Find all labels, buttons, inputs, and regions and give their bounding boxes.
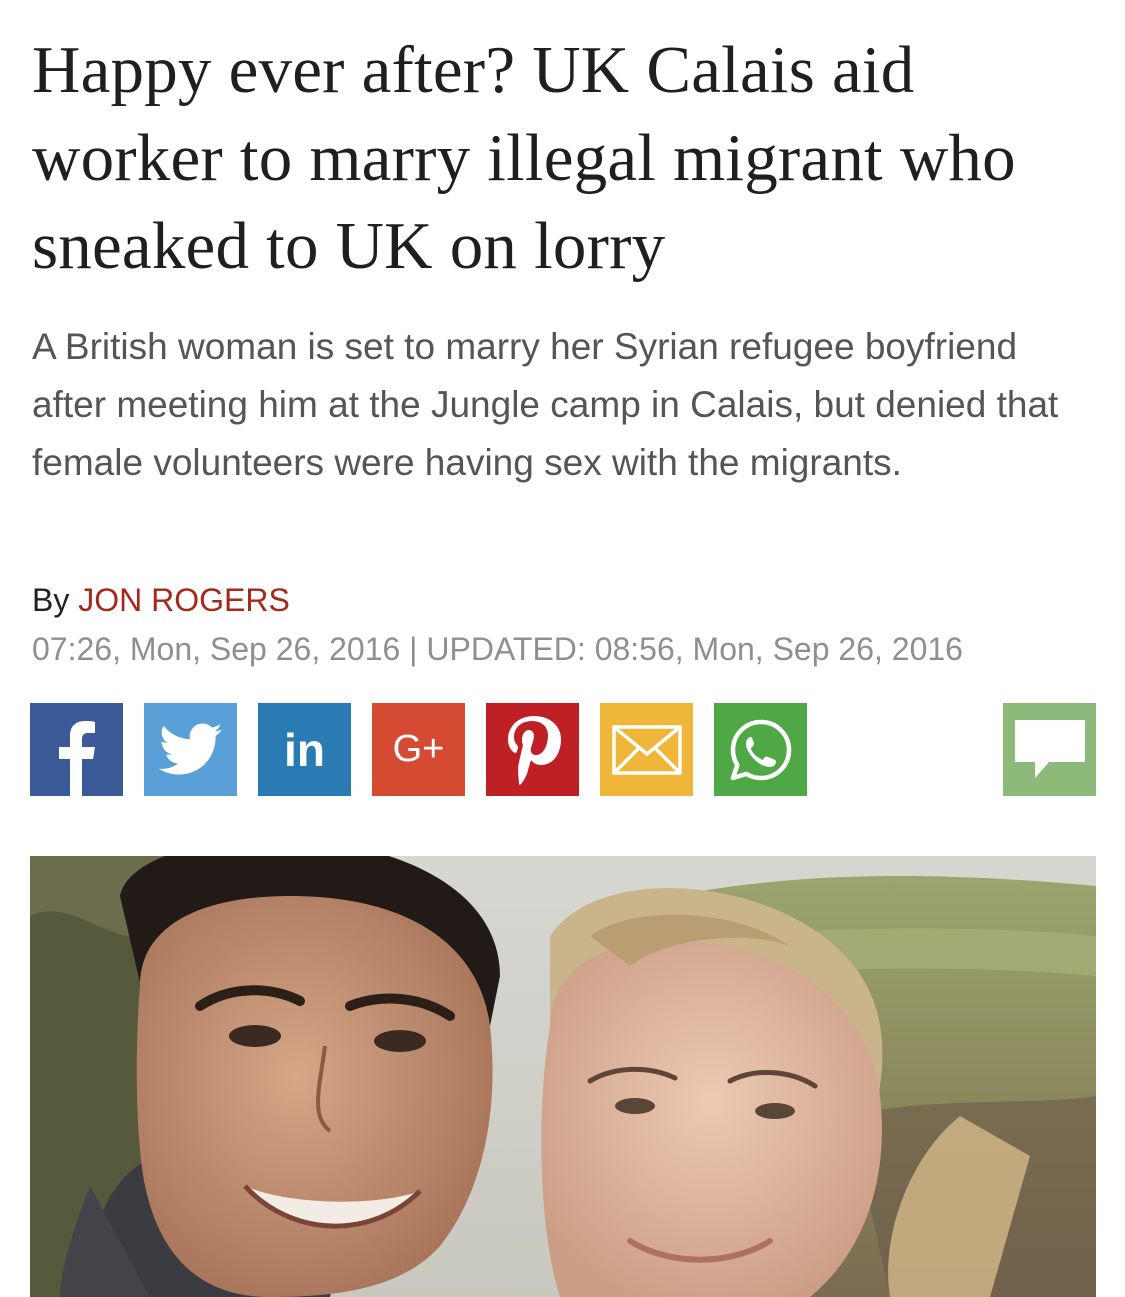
google-plus-icon: G+ [392,728,445,770]
article-headline: Happy ever after? UK Calais aid worker t… [32,33,1016,283]
speech-bubble-icon [1013,718,1087,782]
author-link[interactable]: JON ROGERS [78,582,290,618]
hero-photo-illustration [30,856,1096,1297]
article-standfirst: A British woman is set to marry her Syri… [32,326,1059,483]
linkedin-icon: in [284,723,325,776]
email-share-button[interactable] [600,703,693,796]
twitter-bird-icon [158,723,223,777]
facebook-icon [30,703,123,796]
byline: By JON ROGERS [32,578,290,622]
comments-button[interactable] [1003,703,1096,796]
article-hero-photo [30,856,1096,1297]
whatsapp-icon [728,717,794,783]
twitter-share-button[interactable] [144,703,237,796]
pinterest-share-button[interactable] [486,703,579,796]
envelope-icon [611,724,682,775]
linkedin-share-button[interactable]: in [258,703,351,796]
facebook-share-button[interactable] [30,703,123,796]
google-plus-share-button[interactable]: G+ [372,703,465,796]
share-bar: in G+ [30,703,1096,796]
pinterest-icon [503,714,563,786]
whatsapp-share-button[interactable] [714,703,807,796]
byline-prefix: By [32,582,70,618]
article-dateline: 07:26, Mon, Sep 26, 2016 | UPDATED: 08:5… [32,631,963,667]
